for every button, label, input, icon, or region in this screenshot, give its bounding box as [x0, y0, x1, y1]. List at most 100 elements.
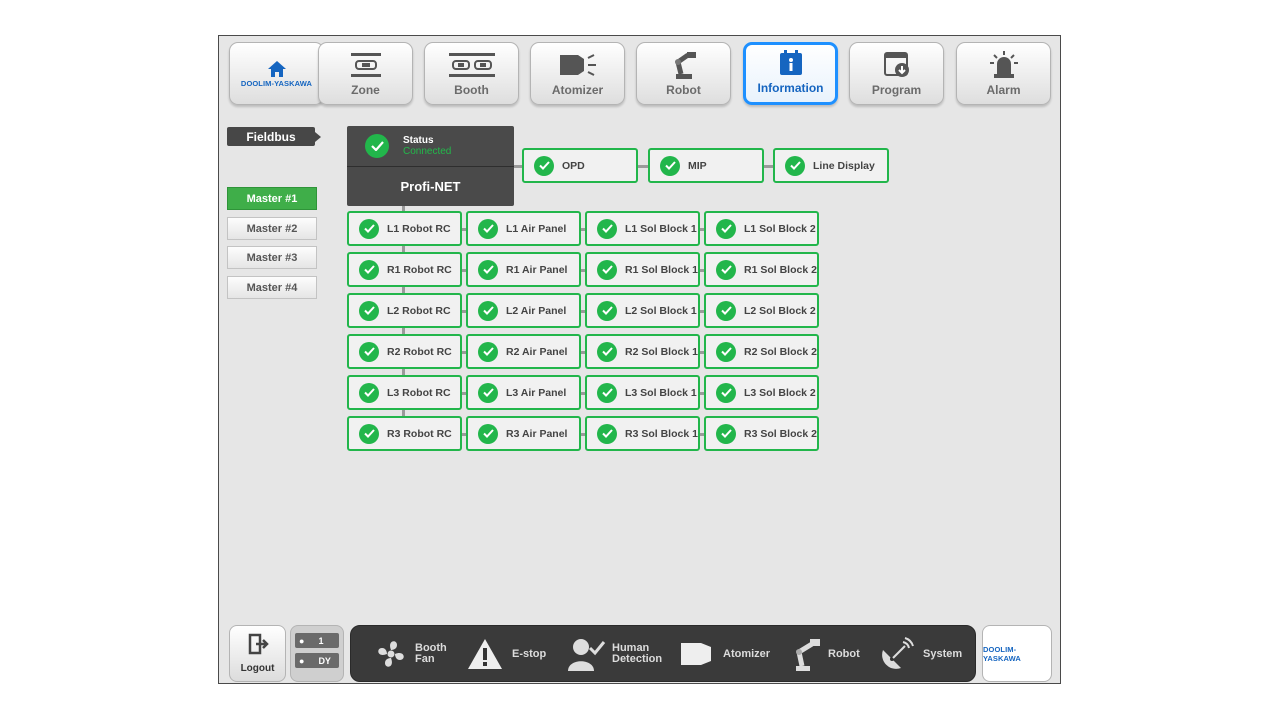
check-icon	[359, 218, 379, 239]
device-node[interactable]: R2 Air Panel	[466, 334, 581, 369]
nav-booth[interactable]: Booth	[424, 42, 519, 105]
device-name: L2 Air Panel	[506, 304, 567, 317]
user-info: ● 1 ● DY	[290, 625, 344, 682]
fieldbus-tab[interactable]: Fieldbus	[227, 127, 321, 146]
person-icon: ●	[299, 655, 305, 666]
device-node[interactable]: R1 Robot RC	[347, 252, 462, 287]
nav-alarm[interactable]: Alarm	[956, 42, 1051, 105]
warning-icon	[468, 639, 502, 669]
device-node[interactable]: L3 Robot RC	[347, 375, 462, 410]
device-name: OPD	[562, 159, 585, 172]
status-booth-fan[interactable]: Booth Fan	[373, 634, 447, 674]
check-icon	[785, 155, 805, 176]
check-icon	[716, 341, 736, 362]
human-detection-icon	[568, 639, 606, 671]
check-icon	[478, 259, 498, 280]
device-node[interactable]: L3 Air Panel	[466, 375, 581, 410]
device-name: L1 Air Panel	[506, 222, 567, 235]
device-node[interactable]: L3 Sol Block 1	[585, 375, 700, 410]
status-atomizer[interactable]: Atomizer	[679, 634, 770, 674]
booth-icon	[447, 50, 497, 80]
check-icon	[660, 155, 680, 176]
device-node-mip[interactable]: MIP	[648, 148, 764, 183]
nav-information[interactable]: Information	[743, 42, 838, 105]
check-icon	[359, 423, 379, 444]
home-button[interactable]: DOOLIM-YASKAWA	[229, 42, 324, 105]
check-icon	[597, 423, 617, 444]
check-icon	[478, 341, 498, 362]
logout-button[interactable]: Logout	[229, 625, 286, 682]
master-3-button[interactable]: Master #3	[227, 246, 317, 269]
program-icon	[883, 50, 911, 80]
device-node[interactable]: R3 Air Panel	[466, 416, 581, 451]
status-label: E-stop	[512, 647, 547, 660]
device-node[interactable]: L3 Sol Block 2	[704, 375, 819, 410]
network-type: Profi-NET	[400, 179, 461, 194]
device-name: R3 Air Panel	[506, 427, 568, 440]
master-2-button[interactable]: Master #2	[227, 217, 317, 240]
status-label: Fan	[415, 653, 435, 665]
device-name: L3 Robot RC	[387, 386, 451, 399]
atomizer-icon	[681, 643, 711, 665]
nav-atomizer-label: Atomizer	[551, 83, 604, 97]
device-name: R3 Robot RC	[387, 427, 452, 440]
device-node[interactable]: L2 Robot RC	[347, 293, 462, 328]
device-node[interactable]: R3 Robot RC	[347, 416, 462, 451]
device-node[interactable]: R2 Sol Block 1	[585, 334, 700, 369]
device-node[interactable]: L1 Sol Block 2	[704, 211, 819, 246]
device-node[interactable]: R3 Sol Block 1	[585, 416, 700, 451]
device-name: R1 Sol Block 1	[625, 263, 698, 276]
device-node[interactable]: R2 Sol Block 2	[704, 334, 819, 369]
check-icon	[597, 259, 617, 280]
brand-logo-text: DOOLIM-YASKAWA	[983, 644, 1021, 663]
alarm-icon	[989, 50, 1019, 80]
device-name: L1 Sol Block 2	[744, 222, 816, 235]
nav-program-label: Program	[871, 83, 922, 97]
device-name: MIP	[688, 159, 707, 172]
status-label: Robot	[828, 647, 860, 660]
device-node-line-display[interactable]: Line Display	[773, 148, 889, 183]
nav-zone-label: Zone	[351, 83, 380, 97]
check-icon	[478, 300, 498, 321]
device-node[interactable]: R1 Sol Block 2	[704, 252, 819, 287]
brand-logo: DOOLIM-YASKAWA	[982, 625, 1052, 682]
user-level-row: ● 1	[295, 633, 339, 648]
device-node[interactable]: L2 Air Panel	[466, 293, 581, 328]
check-icon	[597, 341, 617, 362]
nav-robot[interactable]: Robot	[636, 42, 731, 105]
zone-icon	[348, 50, 384, 80]
nav-booth-label: Booth	[454, 83, 489, 97]
device-name: L2 Robot RC	[387, 304, 451, 317]
status-label: System	[923, 647, 963, 660]
nav-zone[interactable]: Zone	[318, 42, 413, 105]
system-status-bar: Booth Fan E-stop Human Detection Atomizer …	[350, 625, 976, 682]
check-icon	[716, 423, 736, 444]
status-human-detection[interactable]: Human Detection	[566, 634, 662, 674]
device-node[interactable]: L1 Air Panel	[466, 211, 581, 246]
device-name: Line Display	[813, 159, 875, 172]
device-node[interactable]: L2 Sol Block 1	[585, 293, 700, 328]
atomizer-icon	[558, 50, 598, 80]
device-node[interactable]: L2 Sol Block 2	[704, 293, 819, 328]
master-4-button[interactable]: Master #4	[227, 276, 317, 299]
device-node-opd[interactable]: OPD	[522, 148, 638, 183]
logout-label: Logout	[240, 663, 275, 674]
check-icon	[478, 382, 498, 403]
device-node[interactable]: R1 Sol Block 1	[585, 252, 700, 287]
device-node[interactable]: R3 Sol Block 2	[704, 416, 819, 451]
nav-program[interactable]: Program	[849, 42, 944, 105]
status-robot[interactable]: Robot	[788, 634, 860, 674]
device-node[interactable]: L1 Sol Block 1	[585, 211, 700, 246]
user-name: DY	[318, 655, 331, 666]
check-icon	[359, 341, 379, 362]
status-system[interactable]: System	[879, 634, 962, 674]
device-node[interactable]: R1 Air Panel	[466, 252, 581, 287]
device-node[interactable]: L1 Robot RC	[347, 211, 462, 246]
status-estop[interactable]: E-stop	[466, 634, 546, 674]
device-name: L1 Sol Block 1	[625, 222, 697, 235]
nav-atomizer[interactable]: Atomizer	[530, 42, 625, 105]
device-node[interactable]: R2 Robot RC	[347, 334, 462, 369]
device-name: R2 Air Panel	[506, 345, 568, 358]
master-1-button[interactable]: Master #1	[227, 187, 317, 210]
brand-label: DOOLIM-YASKAWA	[240, 79, 313, 88]
